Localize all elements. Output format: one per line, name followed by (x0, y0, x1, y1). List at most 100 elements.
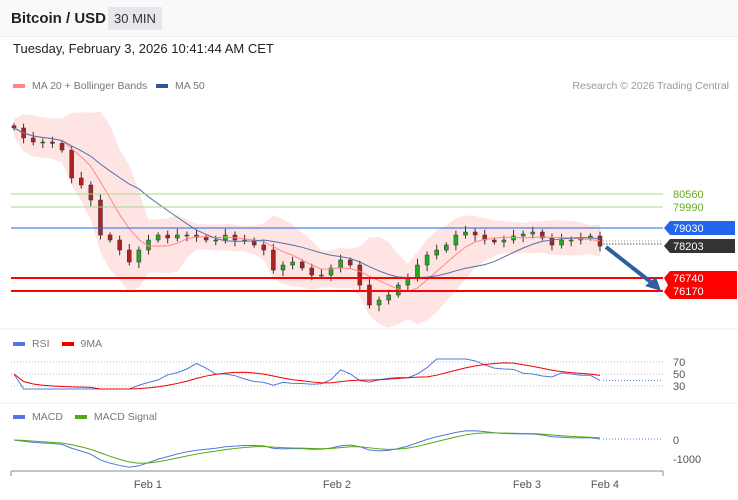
candle (136, 249, 142, 263)
candle (223, 234, 228, 241)
candle (453, 234, 459, 246)
legend-macd: MACD MACD Signal (13, 411, 157, 423)
candle (396, 284, 401, 296)
candle (165, 234, 170, 239)
candle (501, 239, 507, 243)
candle (213, 239, 218, 242)
candle (357, 264, 363, 286)
candle (347, 259, 353, 266)
candle (520, 233, 526, 237)
candle (261, 244, 267, 251)
candle (309, 267, 315, 276)
x-tick-label: Feb 2 (323, 479, 351, 491)
candle (11, 125, 17, 129)
last-price-tag (664, 239, 735, 253)
ma20-swatch (13, 84, 25, 88)
candle (69, 149, 74, 179)
arrow-head-icon (645, 277, 661, 291)
candle (242, 239, 247, 242)
candle (175, 234, 180, 239)
legend-label: MACD Signal (93, 411, 157, 423)
candle (578, 237, 584, 241)
macd-line (13, 430, 601, 468)
support-1-label: 76740 (673, 273, 704, 285)
candle (415, 264, 420, 279)
candle (405, 277, 411, 286)
header: Bitcoin / USD 30 MIN (0, 0, 738, 37)
macd-tick: 0 (673, 435, 679, 447)
legend-label: RSI (32, 338, 50, 350)
candle (530, 231, 536, 235)
candle (338, 259, 343, 269)
macd-swatch (13, 415, 25, 419)
candle (472, 231, 478, 236)
rsi-ma-line (13, 362, 601, 390)
candle (280, 264, 286, 271)
macd-tick: -1000 (673, 454, 701, 466)
price-chart[interactable]: 80560 79990 79030 78203 76740 76170 70 5… (0, 0, 738, 500)
candle (155, 234, 161, 241)
candle (588, 235, 593, 239)
rsi-tick: 50 (673, 369, 685, 381)
legend-label: MA 20 + Bollinger Bands (32, 80, 148, 92)
candle (434, 249, 439, 256)
resistance-2-label: 80560 (673, 189, 704, 201)
candle (146, 239, 151, 251)
rsi-ma-swatch (61, 342, 74, 346)
candle (194, 234, 199, 238)
timeframe-button[interactable]: 30 MIN (108, 7, 162, 30)
legend-rsi: RSI 9MA (13, 338, 102, 350)
candle (107, 234, 113, 241)
rsi-tick: 30 (673, 381, 685, 393)
credit: Research © 2026 Trading Central (572, 80, 729, 92)
candle (117, 239, 122, 251)
candle (59, 143, 65, 151)
ma50-line (13, 127, 601, 279)
legend-ma50: MA 50 (156, 80, 205, 92)
candle (367, 284, 372, 306)
resistance-1-label: 79990 (673, 202, 704, 214)
candle (424, 254, 430, 266)
legend-ma20: MA 20 + Bollinger Bands (13, 80, 147, 92)
macd-signal-swatch (74, 415, 87, 419)
candle (319, 274, 324, 277)
candle (251, 239, 257, 246)
rsi-swatch (13, 342, 25, 346)
candle (463, 231, 468, 236)
candle (40, 141, 46, 144)
candle (386, 294, 391, 301)
candle (30, 137, 36, 143)
candle (98, 199, 103, 236)
candle (549, 237, 555, 246)
ma20-line (13, 127, 601, 292)
candle (540, 231, 545, 239)
candle (232, 234, 238, 241)
rsi-line (13, 358, 601, 390)
support-tag (664, 271, 737, 299)
candle (328, 267, 334, 276)
candle (78, 177, 84, 186)
candle (511, 235, 516, 241)
datetime: Tuesday, February 3, 2026 10:41:44 AM CE… (13, 41, 274, 56)
candle (559, 239, 564, 246)
pivot-label: 79030 (673, 223, 704, 235)
legend-label: MACD (32, 411, 63, 423)
macd-signal-line (13, 432, 601, 464)
candle (482, 234, 487, 241)
instrument-title: Bitcoin / USD (11, 10, 107, 27)
ma50-swatch (156, 84, 168, 88)
candle (290, 261, 295, 266)
candle (597, 235, 603, 247)
legend-label: MA 50 (175, 80, 205, 92)
pivot-tag (664, 221, 735, 235)
candle (376, 299, 382, 306)
legend-label: 9MA (80, 338, 103, 350)
candle (444, 244, 449, 251)
candle (127, 249, 132, 263)
bollinger-band (14, 111, 600, 329)
x-tick-label: Feb 4 (591, 479, 619, 491)
rsi-tick: 70 (673, 357, 685, 369)
candle (203, 237, 209, 241)
candle (568, 239, 574, 242)
support-2-label: 76170 (673, 286, 704, 298)
